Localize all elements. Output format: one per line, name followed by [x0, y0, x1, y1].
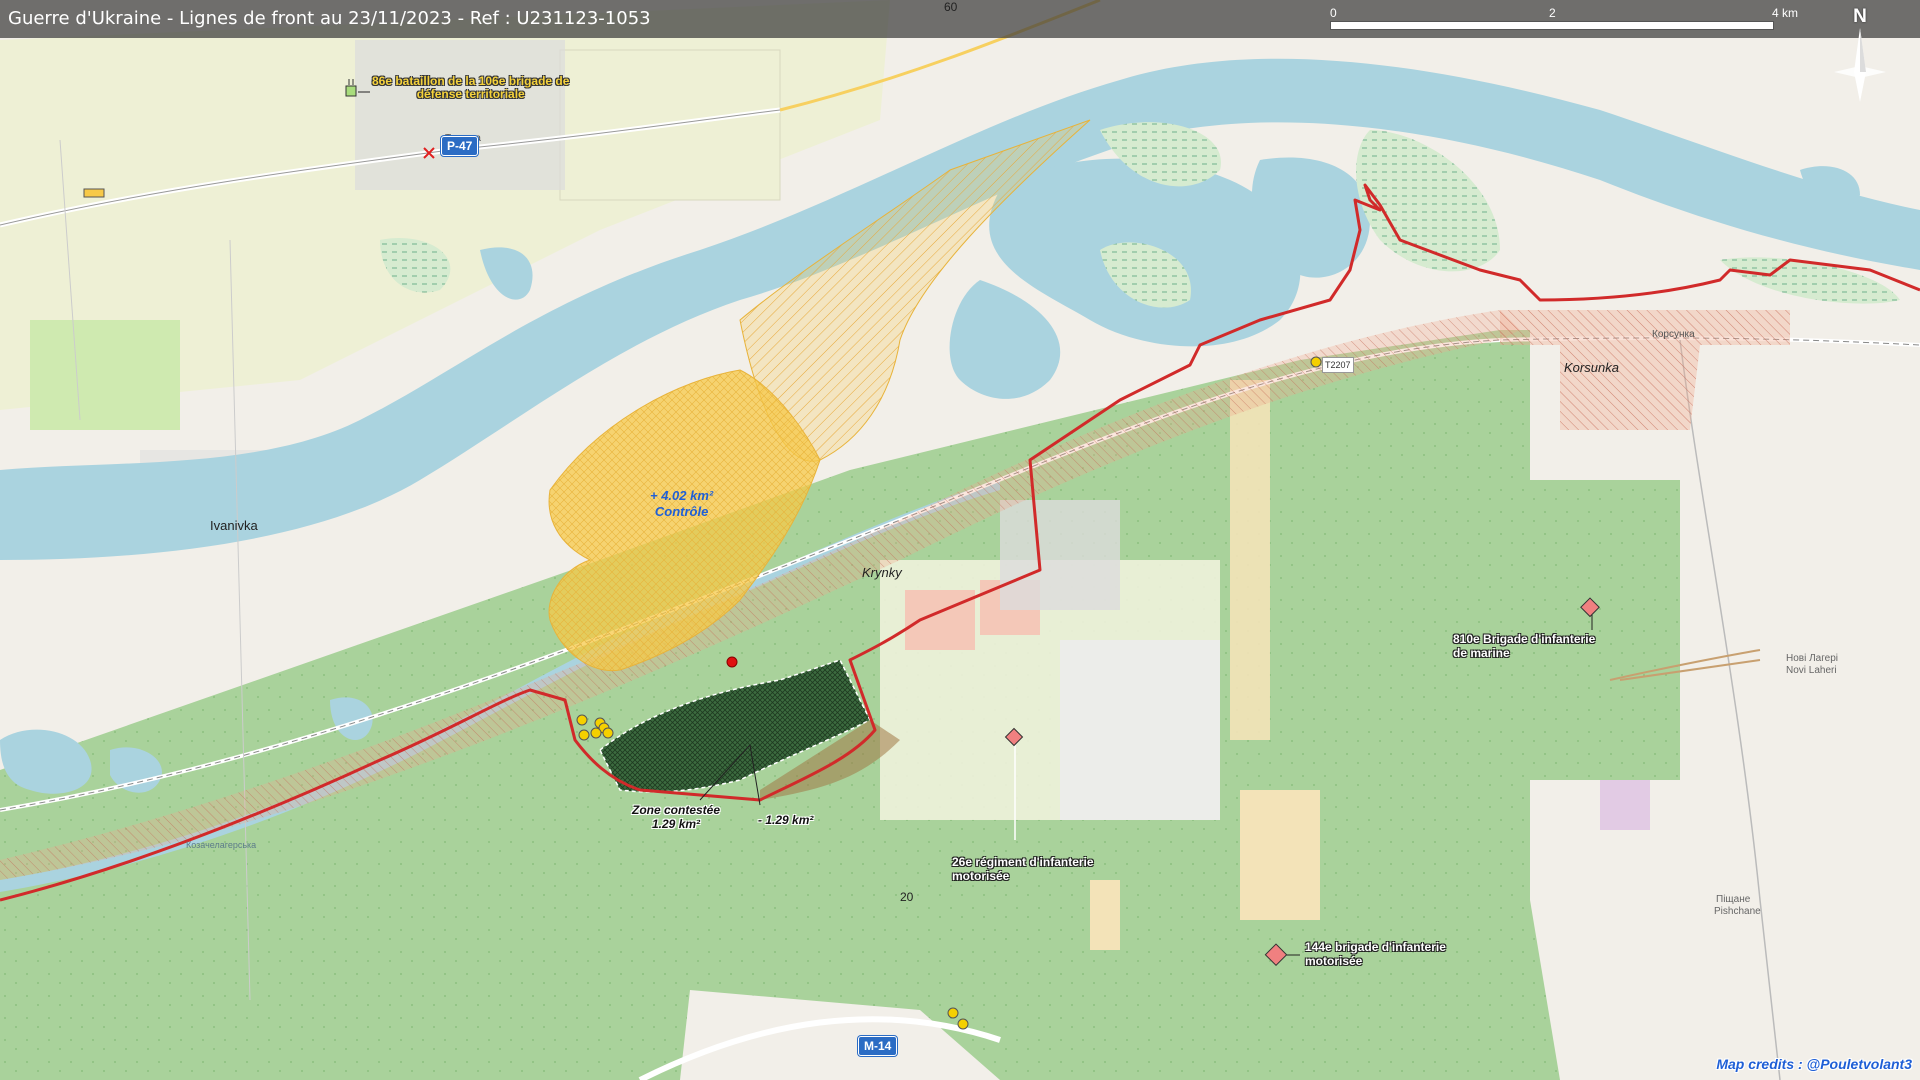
- control-area-label: + 4.02 km² Contrôle: [650, 488, 713, 520]
- contested-zone-caption: Zone contestée: [632, 803, 721, 817]
- place-korsunka: Korsunka: [1564, 360, 1619, 375]
- grid-number-20: 20: [900, 890, 914, 904]
- road-shield-m14: M-14: [858, 1036, 898, 1056]
- scale-tick-2: 2: [1549, 6, 1556, 20]
- unit-label-86e-line2: défense territoriale: [416, 87, 525, 101]
- scale-tick-0: 0: [1330, 6, 1337, 20]
- road-shield-p47: P-47: [441, 136, 479, 156]
- control-area-value: + 4.02 km²: [650, 488, 714, 503]
- map-title: Guerre d'Ukraine - Lignes de front au 23…: [8, 8, 651, 29]
- place-novi-laheri: Novi Laheri: [1786, 665, 1837, 676]
- loss-area-label: - 1.29 km²: [758, 813, 814, 827]
- unit-label-810e-line1: 810e Brigade d'infanterie: [1453, 632, 1596, 646]
- unit-label-26e-line1: 26e régiment d'infanterie: [952, 855, 1094, 869]
- map-credits: Map credits : @Pouletvolant3: [1716, 1056, 1912, 1072]
- place-krynky: Krynky: [862, 565, 902, 580]
- grid-number-60: 60: [944, 0, 958, 14]
- unit-label-810e[interactable]: 810e Brigade d'infanterie de marine: [1453, 632, 1595, 660]
- unit-label-144e[interactable]: 144e brigade d'infanterie motorisée: [1305, 940, 1446, 968]
- scale-bar-rule: [1330, 21, 1774, 30]
- basemap[interactable]: [0, 0, 1920, 1080]
- place-kozachi-ru: Козачелагерська: [186, 840, 257, 850]
- map-view[interactable]: Guerre d'Ukraine - Lignes de front au 23…: [0, 0, 1920, 1080]
- north-arrow: N: [1830, 6, 1890, 110]
- unit-label-144e-line1: 144e brigade d'infanterie: [1305, 940, 1446, 954]
- contested-zone-value: 1.29 km²: [652, 817, 701, 831]
- road-shield-t2207: T2207: [1322, 357, 1354, 373]
- compass-star-icon: [1834, 28, 1886, 102]
- place-korsunka-ru: Корсунка: [1652, 329, 1695, 340]
- unit-label-144e-line2: motorisée: [1305, 954, 1363, 968]
- unit-label-26e-line2: motorisée: [952, 869, 1010, 883]
- scale-bar: 0 2 4 km: [1330, 6, 1798, 34]
- scale-tick-4: 4 km: [1772, 6, 1799, 20]
- place-ivanivka: Ivanivka: [210, 518, 258, 533]
- unit-label-810e-line2: de marine: [1453, 646, 1510, 660]
- place-pishchane: Pishchane: [1714, 906, 1761, 917]
- contested-zone-label: Zone contestée 1.29 km²: [632, 803, 720, 831]
- unit-label-86e[interactable]: 86e bataillon de la 106e brigade de défe…: [372, 75, 569, 101]
- unit-label-26e[interactable]: 26e régiment d'infanterie motorisée: [952, 855, 1094, 883]
- control-area-caption: Contrôle: [654, 504, 709, 519]
